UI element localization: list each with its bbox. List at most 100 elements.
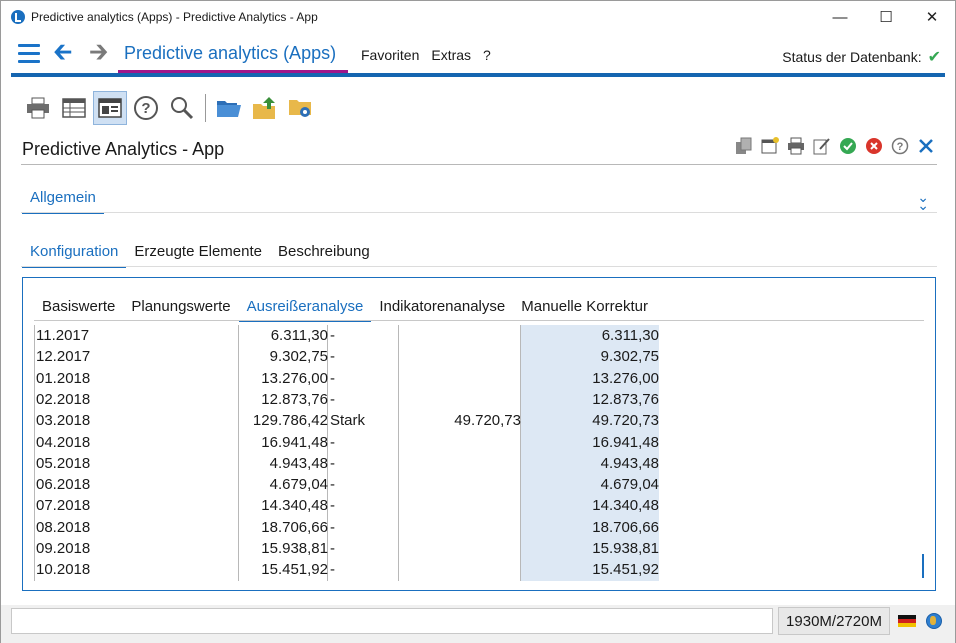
menu-favoriten[interactable]: Favoriten	[361, 47, 419, 63]
forward-arrow-icon[interactable]: 🡲	[89, 41, 108, 65]
tab-konfiguration[interactable]: Konfiguration	[22, 241, 127, 268]
app-title[interactable]: Predictive analytics (Apps)	[124, 43, 336, 64]
period-cell[interactable]: 04.2018	[36, 432, 90, 453]
classification-cell[interactable]: -	[330, 559, 335, 580]
value-cell[interactable]: 15.938,81	[261, 538, 328, 559]
period-cell[interactable]: 08.2018	[36, 517, 90, 538]
period-cell[interactable]: 09.2018	[36, 538, 90, 559]
corrected-value-cell[interactable]: 14.340,48	[592, 495, 659, 516]
value-cell[interactable]: 9.302,75	[270, 346, 328, 367]
classification-cell[interactable]: -	[330, 517, 335, 538]
tab-manuelle-korrektur[interactable]: Manuelle Korrektur	[513, 296, 656, 322]
corrected-value-cell[interactable]: 6.311,30	[602, 325, 659, 346]
corrected-value-cell[interactable]: 4.943,48	[601, 453, 659, 474]
search-icon[interactable]	[165, 91, 199, 125]
period-cell[interactable]: 11.2017	[36, 325, 89, 346]
confirm-icon[interactable]	[839, 137, 857, 155]
corrected-value-cell[interactable]: 49.720,73	[592, 410, 659, 431]
minimize-button[interactable]: —	[817, 1, 863, 33]
value-cell[interactable]: 16.941,48	[261, 432, 328, 453]
form-view-icon[interactable]	[93, 91, 127, 125]
period-cell[interactable]: 12.2017	[36, 346, 90, 367]
corrected-value-cell[interactable]: 15.451,92	[592, 559, 659, 580]
scroll-indicator[interactable]	[922, 554, 924, 578]
value-cell[interactable]: 4.943,48	[270, 453, 328, 474]
classification-cell[interactable]: -	[330, 325, 335, 346]
folder-settings-icon[interactable]	[284, 91, 318, 125]
classification-cell[interactable]: -	[330, 346, 335, 367]
period-cell[interactable]: 02.2018	[36, 389, 90, 410]
cancel-icon[interactable]	[865, 137, 883, 155]
classification-cell[interactable]: -	[330, 389, 335, 410]
period-cell[interactable]: 03.2018	[36, 410, 90, 431]
corrected-value-cell[interactable]: 12.873,76	[592, 389, 659, 410]
menu-help[interactable]: ?	[483, 47, 491, 63]
period-cell[interactable]: 06.2018	[36, 474, 90, 495]
table-row[interactable]: 07.2018 14.340,48-14.340,48	[34, 495, 659, 516]
print-icon[interactable]	[787, 137, 805, 155]
value-cell[interactable]: 129.786,42	[253, 410, 328, 431]
back-arrow-icon[interactable]: 🡰	[53, 41, 72, 65]
copy-icon[interactable]	[735, 137, 753, 155]
collapse-chevron-icon[interactable]: ⌄ ⌄	[917, 190, 929, 212]
corrected-value-cell[interactable]: 15.938,81	[592, 538, 659, 559]
close-icon[interactable]	[917, 137, 935, 155]
value-cell[interactable]: 18.706,66	[261, 517, 328, 538]
table-row[interactable]: 09.2018 15.938,81-15.938,81	[34, 538, 659, 559]
table-row[interactable]: 02.2018 12.873,76-12.873,76	[34, 389, 659, 410]
corrected-value-cell[interactable]: 18.706,66	[592, 517, 659, 538]
open-folder-icon[interactable]	[212, 91, 246, 125]
value-cell[interactable]: 15.451,92	[261, 559, 328, 580]
value-cell[interactable]: 4.679,04	[270, 474, 328, 495]
table-row[interactable]: 08.2018 18.706,66-18.706,66	[34, 517, 659, 538]
hamburger-menu-icon[interactable]	[18, 44, 40, 64]
table-row[interactable]: 04.2018 16.941,48-16.941,48	[34, 432, 659, 453]
close-window-button[interactable]: ✕	[909, 1, 955, 33]
classification-cell[interactable]: -	[330, 432, 335, 453]
tab-planungswerte[interactable]: Planungswerte	[123, 296, 238, 322]
tab-erzeugte-elemente[interactable]: Erzeugte Elemente	[126, 241, 270, 268]
classification-cell[interactable]: -	[330, 474, 335, 495]
table-row[interactable]: 05.2018 4.943,48-4.943,48	[34, 453, 659, 474]
table-row[interactable]: 03.2018 129.786,42 Stark 49.720,73 49.720,73	[34, 410, 659, 431]
period-cell[interactable]: 05.2018	[36, 453, 90, 474]
table-row[interactable]: 12.2017 9.302,75-9.302,75	[34, 346, 659, 367]
tab-beschreibung[interactable]: Beschreibung	[270, 241, 378, 268]
help-icon[interactable]: ?	[129, 91, 163, 125]
classification-cell[interactable]: -	[330, 368, 335, 389]
table-row[interactable]: 11.2017 6.311,30-6.311,30	[34, 325, 659, 346]
classification-cell[interactable]: -	[330, 495, 335, 516]
maximize-button[interactable]: ☐	[863, 1, 909, 33]
period-cell[interactable]: 01.2018	[36, 368, 90, 389]
classification-cell[interactable]: -	[330, 453, 335, 474]
print-icon[interactable]	[21, 91, 55, 125]
tab-basiswerte[interactable]: Basiswerte	[34, 296, 123, 322]
period-cell[interactable]: 10.2018	[36, 559, 90, 580]
period-cell[interactable]: 07.2018	[36, 495, 90, 516]
value-cell[interactable]: 13.276,00	[261, 368, 328, 389]
table-row[interactable]: 06.2018 4.679,04-4.679,04	[34, 474, 659, 495]
table-row[interactable]: 10.2018 15.451,92-15.451,92	[34, 559, 659, 580]
value-cell[interactable]: 6.311,30	[271, 325, 328, 346]
value-cell[interactable]: 14.340,48	[261, 495, 328, 516]
corrected-value-cell[interactable]: 16.941,48	[592, 432, 659, 453]
indicator-cell[interactable]: 49.720,73	[454, 410, 521, 431]
tab-ausreisseranalyse[interactable]: Ausreißeranalyse	[238, 296, 372, 322]
section-tab-allgemein[interactable]: Allgemein	[22, 189, 104, 214]
table-row[interactable]: 01.2018 13.276,00-13.276,00	[34, 368, 659, 389]
value-cell[interactable]: 12.873,76	[261, 389, 328, 410]
help-icon[interactable]: ?	[891, 137, 909, 155]
tab-indikatorenanalyse[interactable]: Indikatorenanalyse	[371, 296, 513, 322]
upload-folder-icon[interactable]	[248, 91, 282, 125]
corrected-value-cell[interactable]: 4.679,04	[601, 474, 659, 495]
globe-icon[interactable]	[926, 613, 942, 629]
corrected-value-cell[interactable]: 9.302,75	[601, 346, 659, 367]
new-icon[interactable]	[761, 137, 779, 155]
edit-icon[interactable]	[813, 137, 831, 155]
german-flag-icon[interactable]	[898, 615, 916, 627]
classification-cell[interactable]: -	[330, 538, 335, 559]
classification-cell[interactable]: Stark	[330, 410, 365, 431]
menu-extras[interactable]: Extras	[431, 47, 471, 63]
corrected-value-cell[interactable]: 13.276,00	[592, 368, 659, 389]
table-view-icon[interactable]	[57, 91, 91, 125]
